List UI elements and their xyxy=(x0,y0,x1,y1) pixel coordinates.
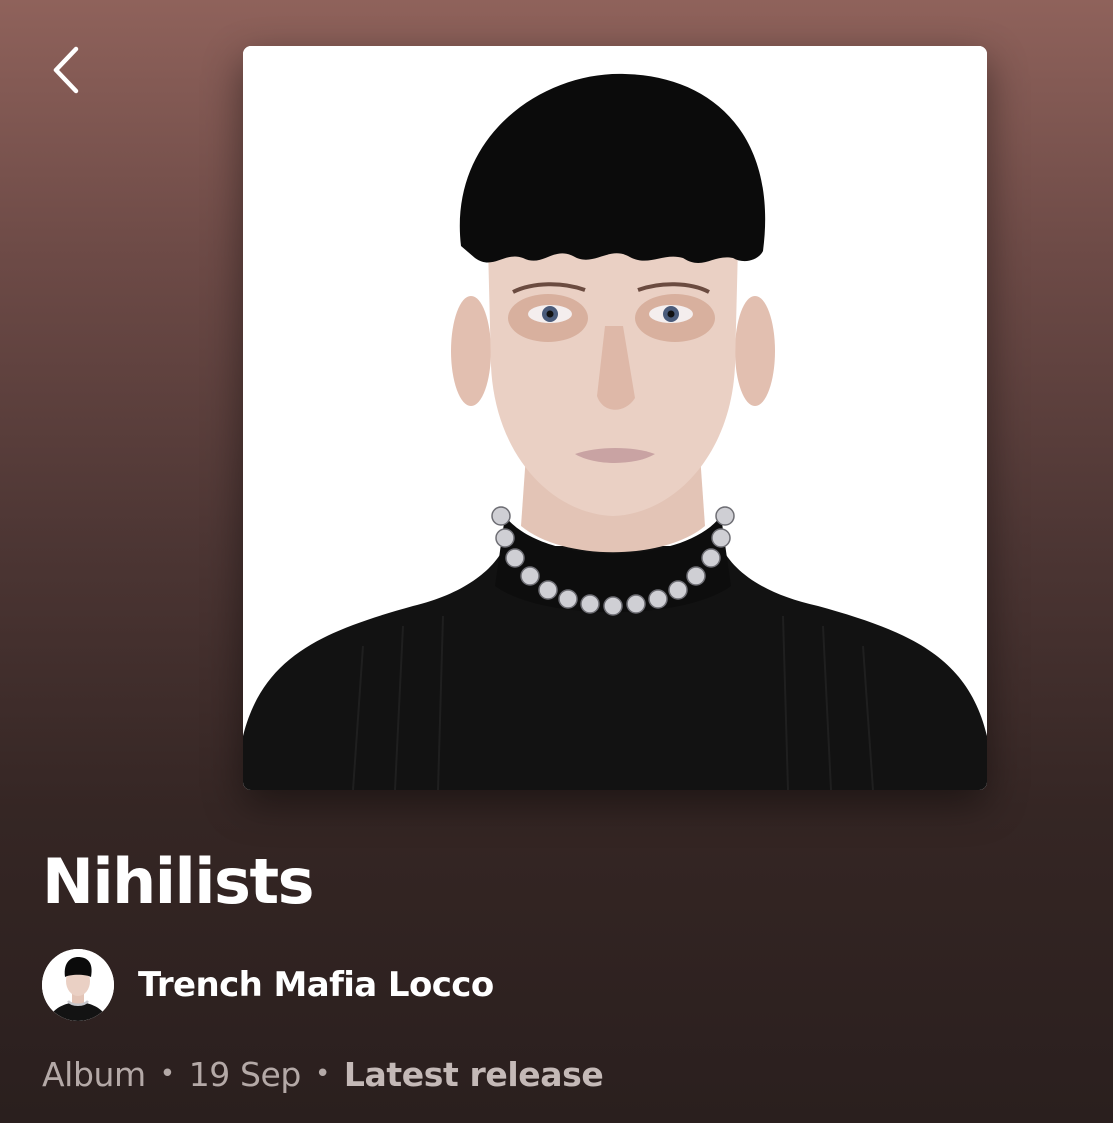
artist-avatar-icon xyxy=(42,949,114,1021)
separator-dot: • xyxy=(159,1059,175,1089)
artist-avatar[interactable] xyxy=(42,949,114,1021)
separator-dot: • xyxy=(314,1059,330,1089)
artist-name[interactable]: Trench Mafia Locco xyxy=(138,965,494,1005)
artist-link[interactable]: Trench Mafia Locco xyxy=(42,948,494,1022)
chevron-left-icon xyxy=(53,46,79,94)
back-button[interactable] xyxy=(38,40,94,100)
album-title: Nihilists xyxy=(42,845,314,918)
album-meta: Album • 19 Sep • Latest release xyxy=(42,1050,604,1098)
album-cover xyxy=(243,46,987,790)
release-date: 19 Sep xyxy=(188,1054,302,1094)
album-cover-art xyxy=(243,46,987,790)
album-type: Album xyxy=(42,1054,146,1094)
latest-release-label: Latest release xyxy=(343,1054,604,1094)
